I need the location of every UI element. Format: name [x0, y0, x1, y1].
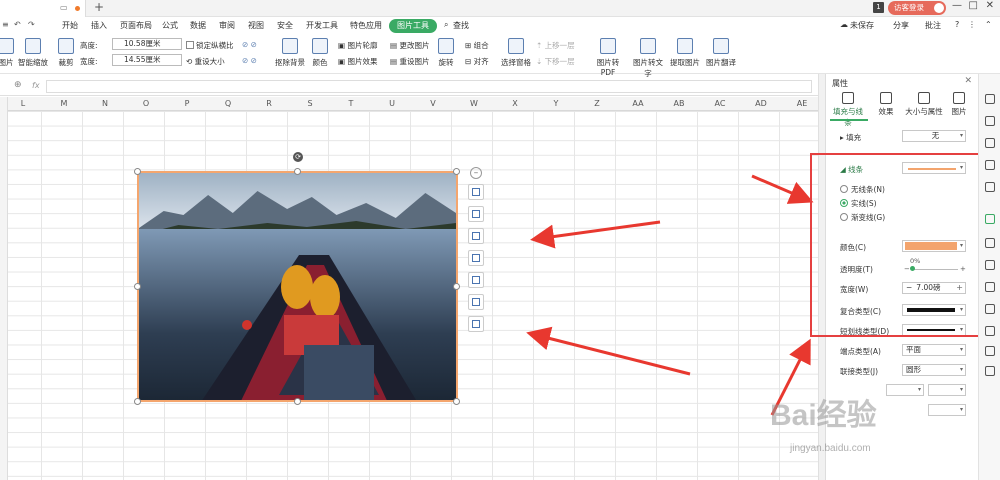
help-icon[interactable] [985, 366, 995, 376]
chevron-down-icon: ▾ [959, 346, 963, 353]
shape-icon[interactable] [985, 116, 995, 126]
arrow-to-more-tool [526, 326, 691, 376]
close-icon[interactable]: ✕ [964, 76, 972, 86]
panel-title: 属性 [832, 79, 848, 88]
chevron-down-icon: ▾ [959, 132, 963, 139]
export-icon[interactable] [985, 282, 995, 292]
tab-picture[interactable]: 图片 [944, 92, 974, 117]
size-icon [918, 92, 930, 104]
effect-icon [880, 92, 892, 104]
select-icon[interactable] [985, 94, 995, 104]
layers-icon[interactable] [985, 304, 995, 314]
active-tab-indicator [830, 119, 868, 121]
join-type-dropdown[interactable]: 圆形 ▾ [902, 364, 966, 376]
arrow-size-dropdown[interactable]: ▾ [928, 404, 966, 416]
chevron-down-icon: ▾ [917, 386, 921, 393]
picture-icon [953, 92, 965, 104]
cloud-icon[interactable] [985, 326, 995, 336]
tab-effect[interactable]: 效果 [868, 92, 904, 117]
fill-dropdown[interactable]: 无 ▾ [902, 130, 966, 142]
tab-picture-label: 图片 [951, 107, 967, 116]
baidu-watermark-url: jingyan.baidu.com [790, 443, 871, 454]
cap-type-value: 平面 [906, 345, 921, 354]
tab-fill-line-label: 填充与线条 [833, 107, 863, 127]
arrow-start-dropdown[interactable]: ▾ [886, 384, 924, 396]
tab-effect-label: 效果 [878, 107, 894, 116]
chevron-down-icon: ▾ [959, 366, 963, 373]
arrow-to-panel-top [751, 174, 814, 204]
join-type-label: 联接类型(J) [840, 367, 879, 376]
cap-type-dropdown[interactable]: 平面 ▾ [902, 344, 966, 356]
fill-icon[interactable] [985, 138, 995, 148]
fill-bucket-icon [842, 92, 854, 104]
tab-size-label: 大小与属性 [905, 107, 943, 116]
baidu-watermark: Bai经验 [770, 399, 877, 432]
join-type-value: 圆形 [906, 365, 921, 374]
chevron-down-icon: ▾ [959, 386, 963, 393]
history-icon[interactable] [985, 346, 995, 356]
fill-section-label[interactable]: ▸ 填充 [840, 132, 861, 143]
right-tool-strip [978, 74, 1000, 480]
image-icon[interactable] [985, 260, 995, 270]
tab-size-property[interactable]: 大小与属性 [904, 92, 944, 117]
highlight-box [810, 153, 981, 337]
fill-label: 填充 [846, 133, 862, 142]
fill-value: 无 [931, 131, 940, 140]
property-settings-icon[interactable] [985, 214, 995, 224]
chart-icon[interactable] [985, 238, 995, 248]
arrow-to-toolbar [530, 220, 661, 249]
arrow-end-dropdown[interactable]: ▾ [928, 384, 966, 396]
table-icon[interactable] [985, 160, 995, 170]
tab-fill-line[interactable]: 填充与线条 [830, 92, 866, 128]
filter-icon[interactable] [985, 182, 995, 192]
cap-type-label: 端点类型(A) [840, 347, 881, 356]
chevron-down-icon: ▾ [959, 406, 963, 413]
